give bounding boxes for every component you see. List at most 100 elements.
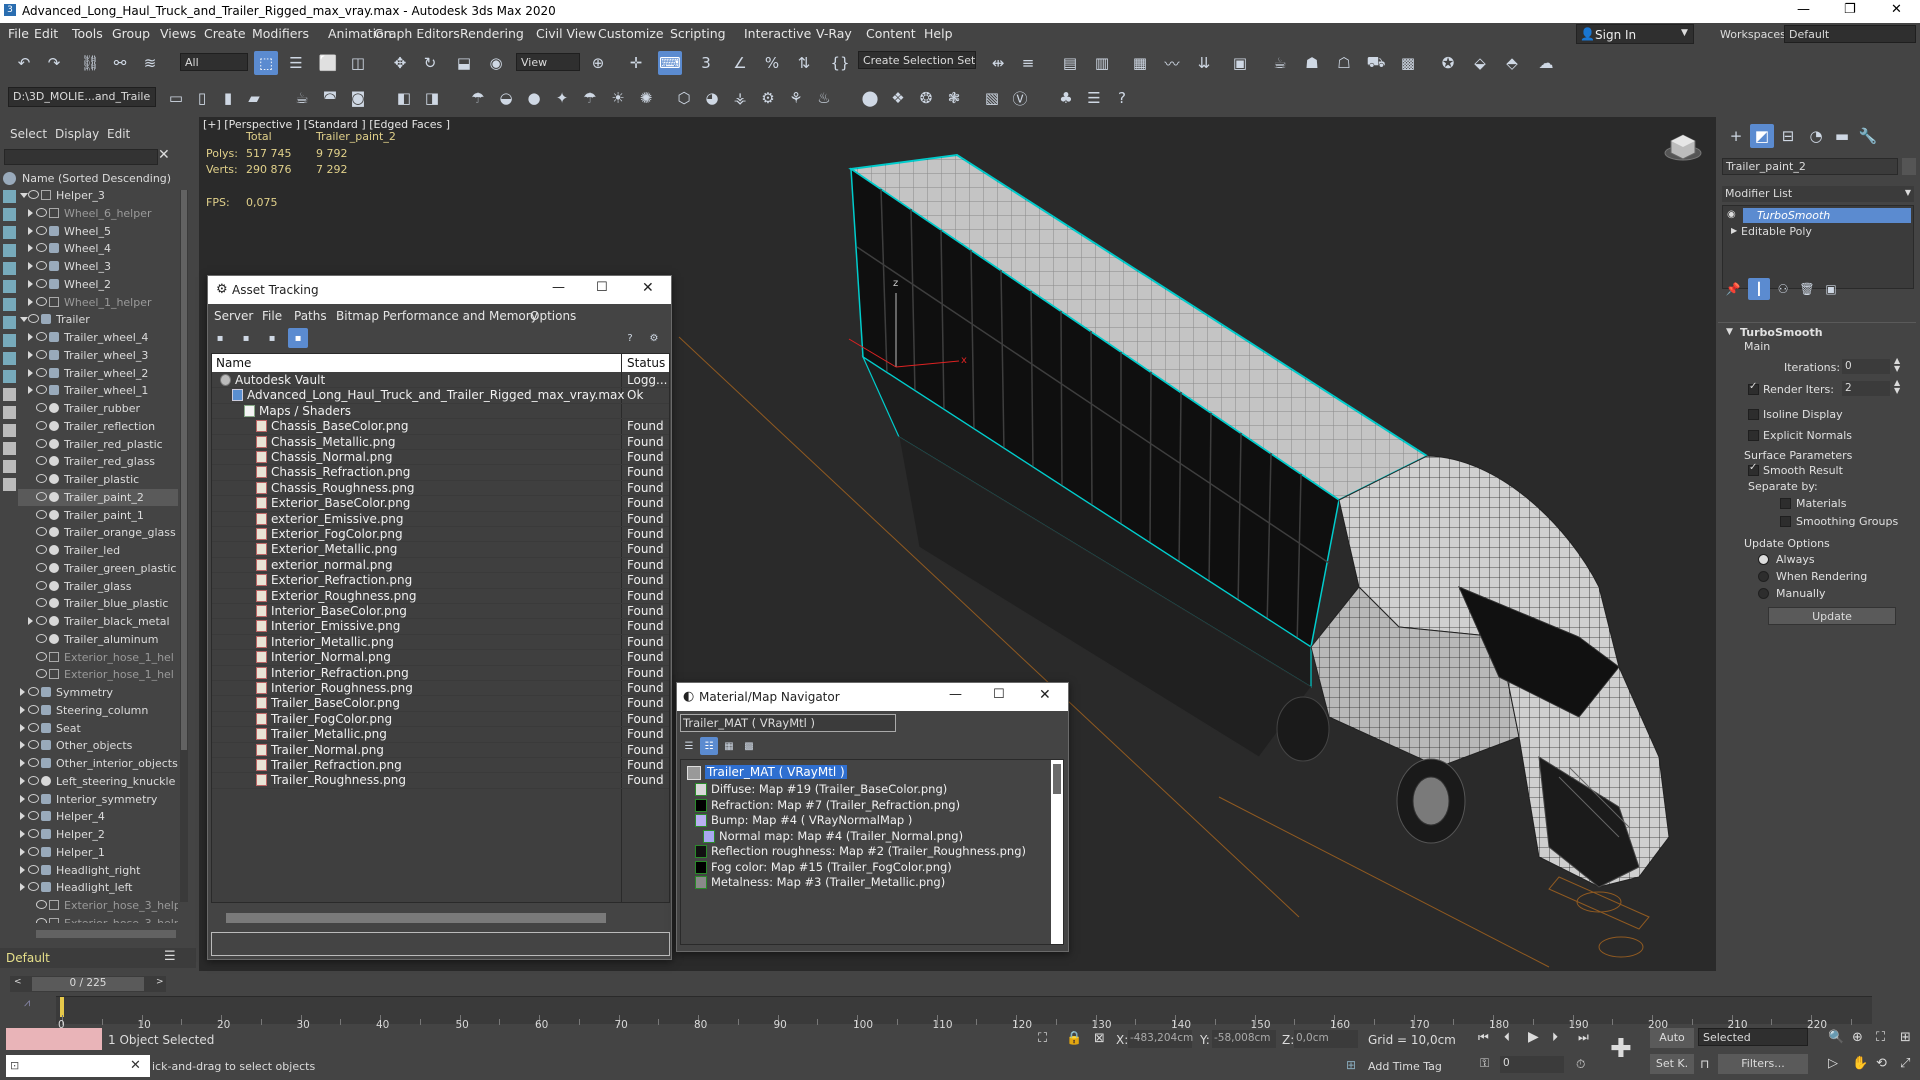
scene-scrollbar[interactable] — [180, 190, 188, 902]
asset-view-3-icon[interactable]: ▪ — [262, 328, 282, 348]
asset-row[interactable]: Interior_BaseColor.png Found — [212, 604, 669, 620]
viewcube[interactable] — [1663, 127, 1703, 167]
remove-modifier-icon[interactable]: 🗑 — [1796, 278, 1818, 300]
curve-editor-icon[interactable]: 〰 — [1160, 51, 1184, 75]
expand-toggle-icon[interactable] — [28, 617, 33, 625]
scene-tree-row[interactable]: Trailer_plastic — [18, 471, 178, 488]
visibility-eye-icon[interactable] — [28, 314, 39, 324]
scene-tree-row[interactable]: Other_objects — [18, 737, 178, 754]
help-icon[interactable]: ? — [1110, 86, 1134, 110]
vray-logo-icon[interactable]: ✪ — [1436, 51, 1460, 75]
asset-settings-icon[interactable]: ⚙ — [644, 328, 664, 348]
vray-material-ball-icon[interactable]: ⬤ — [858, 86, 882, 110]
expand-toggle-icon[interactable] — [28, 297, 33, 306]
menu-modifiers[interactable]: Modifiers — [252, 26, 309, 41]
expand-toggle-icon[interactable] — [20, 705, 25, 714]
place-icon[interactable]: ◉ — [484, 51, 508, 75]
schematic-view-icon[interactable]: ⇊ — [1192, 51, 1216, 75]
display-panel-icon[interactable]: ▬ — [1830, 124, 1854, 148]
close-icon[interactable]: ✕ — [1891, 2, 1902, 17]
scene-tree-row[interactable]: Trailer_orange_glass — [18, 524, 178, 541]
select-by-name-icon[interactable]: ☰ — [284, 51, 308, 75]
display-hidden-icon[interactable] — [3, 370, 16, 383]
scene-horizontal-scrollbar[interactable] — [36, 930, 176, 938]
teapot-icon[interactable]: ☕ — [290, 86, 314, 110]
asset-row[interactable]: Exterior_Metallic.png Found — [212, 542, 669, 558]
visibility-eye-icon[interactable] — [36, 580, 47, 590]
curve-editor-mini-icon[interactable]: ⩘ — [24, 996, 30, 1010]
motion-panel-icon[interactable]: ◔ — [1804, 124, 1828, 148]
update-button[interactable]: Update — [1768, 607, 1896, 625]
display-containers-icon[interactable] — [3, 334, 16, 347]
spinner-snap-icon[interactable]: ⇅ — [792, 51, 816, 75]
sync-selection-icon[interactable] — [3, 442, 16, 455]
visibility-eye-icon[interactable] — [36, 545, 47, 554]
asset-tracking-close-icon[interactable]: ✕ — [642, 280, 654, 296]
expand-toggle-icon[interactable] — [20, 812, 25, 821]
layer-add-icon[interactable]: ▰ — [242, 86, 266, 110]
maximize-icon[interactable]: ❐ — [1844, 2, 1856, 17]
select-manipulate-icon[interactable]: ✛ — [624, 51, 648, 75]
pivot-center-icon[interactable]: ⊕ — [586, 51, 610, 75]
scene-tree-row[interactable]: Trailer_blue_plastic — [18, 595, 178, 612]
menu-views[interactable]: Views — [160, 26, 196, 41]
display-none-icon[interactable] — [3, 406, 16, 419]
vray-vision-icon[interactable]: Ⓥ — [1008, 86, 1032, 110]
scene-tree-row[interactable]: Wheel_6_helper — [18, 205, 178, 222]
asset-menu-file[interactable]: File — [262, 309, 282, 323]
nav-list-icons-view-icon[interactable]: ☷ — [700, 737, 718, 755]
map-item[interactable]: Reflection roughness: Map #2 (Trailer_Ro… — [711, 844, 1026, 858]
menu-tools[interactable]: Tools — [72, 26, 103, 41]
menu-edit[interactable]: Edit — [34, 26, 58, 41]
minimize-icon[interactable]: — — [1797, 2, 1810, 17]
scene-tree-row[interactable]: Trailer_aluminum — [18, 631, 178, 648]
scene-tree-row[interactable]: Wheel_2 — [18, 276, 178, 293]
unlink-icon[interactable]: ⚯ — [108, 51, 132, 75]
visibility-eye-icon[interactable] — [36, 527, 47, 537]
vray-sphere-light-icon[interactable]: ● — [522, 86, 546, 110]
asset-row[interactable]: exterior_normal.png Found — [212, 558, 669, 574]
scene-tree-row[interactable]: Trailer_led — [18, 542, 178, 559]
vray-list-icon[interactable]: ☰ — [1082, 86, 1106, 110]
vray-material-converter-icon[interactable]: ❃ — [942, 86, 966, 110]
asset-row[interactable]: Interior_Metallic.png Found — [212, 635, 669, 651]
asset-row[interactable]: Trailer_BaseColor.png Found — [212, 696, 669, 712]
scene-tree-row[interactable]: Trailer_wheel_4 — [18, 329, 178, 346]
vray-multi-material-icon[interactable]: ❖ — [886, 86, 910, 110]
material-editor-icon[interactable]: ▣ — [1228, 51, 1252, 75]
menu-customize[interactable]: Customize — [598, 26, 664, 41]
material-navigator-close-icon[interactable]: ✕ — [1039, 687, 1051, 703]
visibility-eye-icon[interactable] — [28, 793, 39, 803]
asset-row[interactable]: Chassis_BaseColor.png Found — [212, 419, 669, 435]
render-in-cloud-icon[interactable]: ▩ — [1396, 51, 1420, 75]
asset-row[interactable]: Exterior_BaseColor.png Found — [212, 496, 669, 512]
material-tree-scrollbar-thumb[interactable] — [1053, 764, 1061, 794]
scene-search-input[interactable] — [4, 149, 158, 165]
asset-help-icon[interactable]: ? — [620, 328, 640, 348]
scene-column-header[interactable]: Name (Sorted Descending) — [22, 172, 171, 185]
mirror-icon[interactable]: ⇹ — [986, 51, 1010, 75]
map-item[interactable]: Normal map: Map #4 (Trailer_Normal.png) — [719, 829, 963, 843]
pan-icon[interactable]: ✋ — [1852, 1056, 1868, 1071]
scene-tree-row[interactable]: Trailer_wheel_1 — [18, 382, 178, 399]
expand-toggle-icon[interactable] — [20, 776, 25, 785]
keyboard-shortcut-override-icon[interactable]: ⌨ — [658, 51, 682, 75]
display-frozen-icon[interactable] — [3, 352, 16, 365]
scene-tab-select[interactable]: Select — [10, 127, 47, 141]
expand-toggle-icon[interactable] — [20, 865, 25, 874]
scene-tree-row[interactable]: Trailer_paint_2 — [18, 488, 178, 506]
vray-environment-icon[interactable]: ♨ — [812, 86, 836, 110]
map-item[interactable]: Metalness: Map #3 (Trailer_Metallic.png) — [711, 875, 945, 889]
scene-tree-row[interactable]: Exterior_hose_3_helpe — [18, 897, 178, 914]
render-iters-spinner-arrows-icon[interactable]: ▲ ▼ — [1894, 379, 1900, 395]
show-end-result-icon[interactable]: ┃ — [1748, 278, 1770, 300]
visibility-eye-icon[interactable] — [36, 669, 47, 679]
expand-toggle-icon[interactable] — [20, 317, 28, 323]
asset-row[interactable]: Interior_Refraction.png Found — [212, 666, 669, 681]
snaps-toggle-icon[interactable]: 3 — [694, 51, 718, 75]
scale-icon[interactable]: ⬓ — [452, 51, 476, 75]
scene-tree-row[interactable]: Wheel_1_helper — [18, 294, 178, 311]
vray-material-browser-icon[interactable]: ❂ — [914, 86, 938, 110]
asset-row[interactable]: Interior_Normal.png Found — [212, 650, 669, 666]
visibility-eye-icon[interactable] — [28, 811, 39, 821]
